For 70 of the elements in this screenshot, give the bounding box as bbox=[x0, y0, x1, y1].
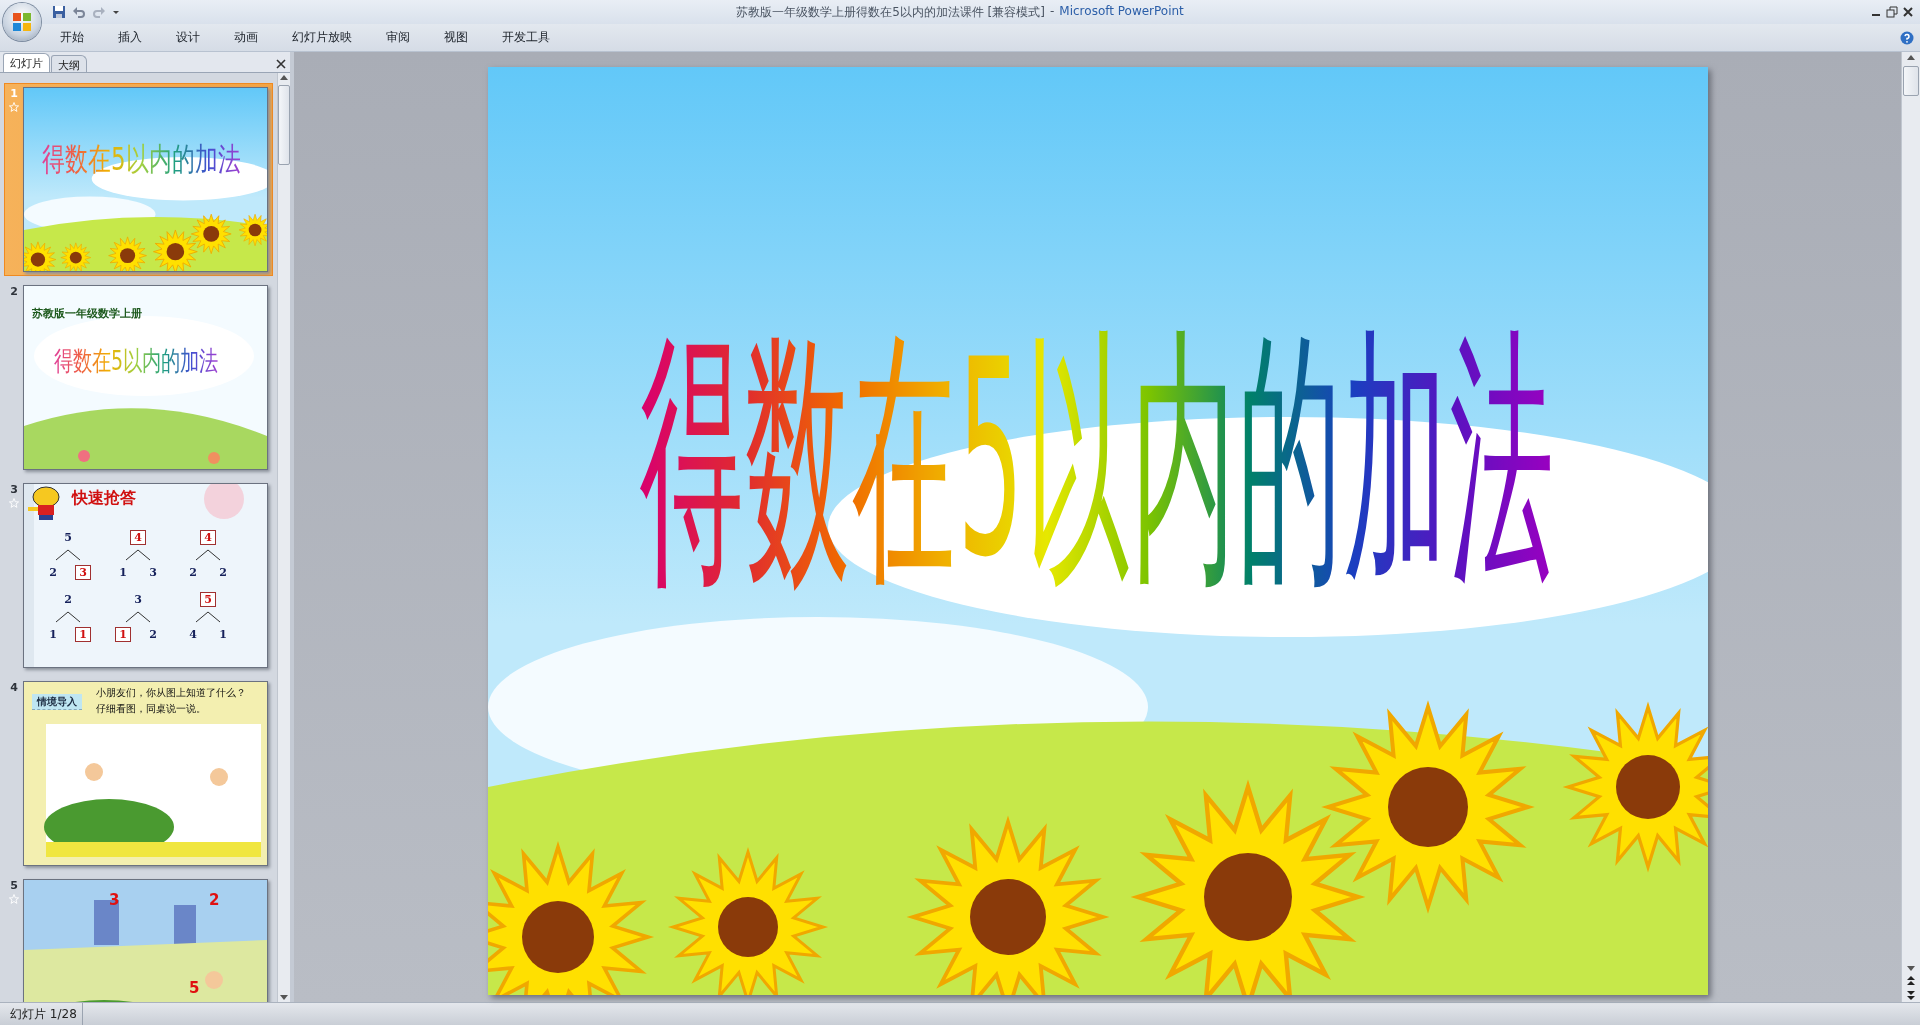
slide-thumbnail[interactable]: 情境导入 小朋友们，你从图上知道了什么？ 仔细看图，同桌说一说。 bbox=[23, 681, 268, 866]
scrollbar-thumb[interactable] bbox=[1903, 66, 1919, 96]
bond-lines-icon bbox=[123, 549, 153, 561]
slide-thumbnail-row[interactable]: 3 快速抢答 5 2 3 4 1 3 4 2 2 2 1 1 3 1 2 5 4 1 bbox=[4, 479, 273, 672]
bond-lines-icon bbox=[53, 549, 83, 561]
bond-number: 4 bbox=[188, 627, 198, 642]
ribbon-tab[interactable]: 开发工具 bbox=[492, 26, 560, 49]
slide-thumbnail-row[interactable]: 2 苏教版一年级数学上册 得数在5以内的加法 bbox=[4, 281, 273, 474]
bond-number: 2 bbox=[218, 565, 228, 580]
count-number: 2 bbox=[209, 891, 220, 909]
slide-thumbnail[interactable]: 快速抢答 5 2 3 4 1 3 4 2 2 2 1 1 3 1 2 5 4 1 bbox=[23, 483, 268, 668]
ribbon-tab[interactable]: 幻灯片放映 bbox=[282, 26, 362, 49]
logo-icon bbox=[11, 11, 33, 33]
slide-number: 2 bbox=[10, 285, 18, 298]
slide-number: 3 bbox=[10, 483, 18, 496]
slide-title: 快速抢答 bbox=[72, 488, 136, 507]
window-title: 苏教版一年级数学上册得数在5以内的加法课件 [兼容模式] bbox=[736, 3, 1045, 21]
bond-number: 5 bbox=[200, 592, 216, 607]
bond-number: 4 bbox=[200, 530, 216, 545]
title-separator: - bbox=[1050, 3, 1055, 20]
slide-text: 小朋友们，你从图上知道了什么？ bbox=[96, 686, 246, 700]
slide-text: 仔细看图，同桌说一说。 bbox=[96, 702, 207, 716]
ribbon-tab[interactable]: 设计 bbox=[166, 26, 210, 49]
slide-counter: 幻灯片 1/28 bbox=[0, 1003, 83, 1025]
bond-lines-icon bbox=[123, 611, 153, 623]
undo-icon[interactable] bbox=[72, 5, 86, 19]
bond-number: 2 bbox=[188, 565, 198, 580]
bond-lines-icon bbox=[53, 611, 83, 623]
bond-number: 2 bbox=[48, 565, 58, 580]
ribbon-tab[interactable]: 视图 bbox=[434, 26, 478, 49]
close-icon[interactable] bbox=[1902, 6, 1914, 18]
slide-number: 1 bbox=[10, 87, 18, 100]
bond-number: 1 bbox=[118, 565, 128, 580]
slide-thumbnail[interactable]: 苏教版一年级数学上册 得数在5以内的加法 bbox=[23, 285, 268, 470]
scrollbar-thumb[interactable] bbox=[278, 85, 290, 165]
count-number: 5 bbox=[189, 979, 200, 997]
slide-thumbnail-row[interactable]: 4 情境导入 小朋友们，你从图上知道了什么？ 仔细看图，同桌说一说。 bbox=[4, 677, 273, 870]
dropdown-icon[interactable] bbox=[112, 8, 120, 16]
panel-tab[interactable]: 幻灯片 bbox=[3, 53, 50, 72]
next-slide-icon[interactable] bbox=[1905, 988, 1917, 1002]
bond-number: 2 bbox=[63, 592, 73, 607]
bond-number: 3 bbox=[133, 592, 143, 607]
bond-number: 1 bbox=[48, 627, 58, 642]
bond-number: 4 bbox=[130, 530, 146, 545]
bond-number: 3 bbox=[75, 565, 91, 580]
bond-lines-icon bbox=[193, 549, 223, 561]
bond-number: 1 bbox=[218, 627, 228, 642]
restore-icon[interactable] bbox=[1886, 6, 1898, 18]
ribbon-tab[interactable]: 审阅 bbox=[376, 26, 420, 49]
app-name: Microsoft PowerPoint bbox=[1059, 3, 1184, 20]
previous-slide-icon[interactable] bbox=[1905, 974, 1917, 988]
slide-number: 4 bbox=[10, 681, 18, 694]
ribbon-tab[interactable]: 开始 bbox=[50, 26, 94, 49]
panel-tab[interactable]: 大纲 bbox=[51, 55, 87, 72]
ribbon-tab[interactable]: 插入 bbox=[108, 26, 152, 49]
bond-number: 3 bbox=[148, 565, 158, 580]
slide-label: 情境导入 bbox=[32, 694, 82, 710]
help-icon[interactable] bbox=[1900, 30, 1914, 45]
bond-number: 1 bbox=[115, 627, 131, 642]
save-icon[interactable] bbox=[52, 5, 66, 19]
slide-thumbnail-row[interactable]: 5 3 2 5 bbox=[4, 875, 273, 1002]
ribbon-tab[interactable]: 动画 bbox=[224, 26, 268, 49]
bond-number: 1 bbox=[75, 627, 91, 642]
slide-subtitle: 苏教版一年级数学上册 bbox=[32, 307, 142, 320]
bond-lines-icon bbox=[193, 611, 223, 623]
bond-number: 2 bbox=[148, 627, 158, 642]
slide-number: 5 bbox=[10, 879, 18, 892]
count-number: 3 bbox=[109, 891, 120, 909]
slide-thumbnail[interactable]: 3 2 5 bbox=[23, 879, 268, 1002]
bond-number: 5 bbox=[63, 530, 73, 545]
